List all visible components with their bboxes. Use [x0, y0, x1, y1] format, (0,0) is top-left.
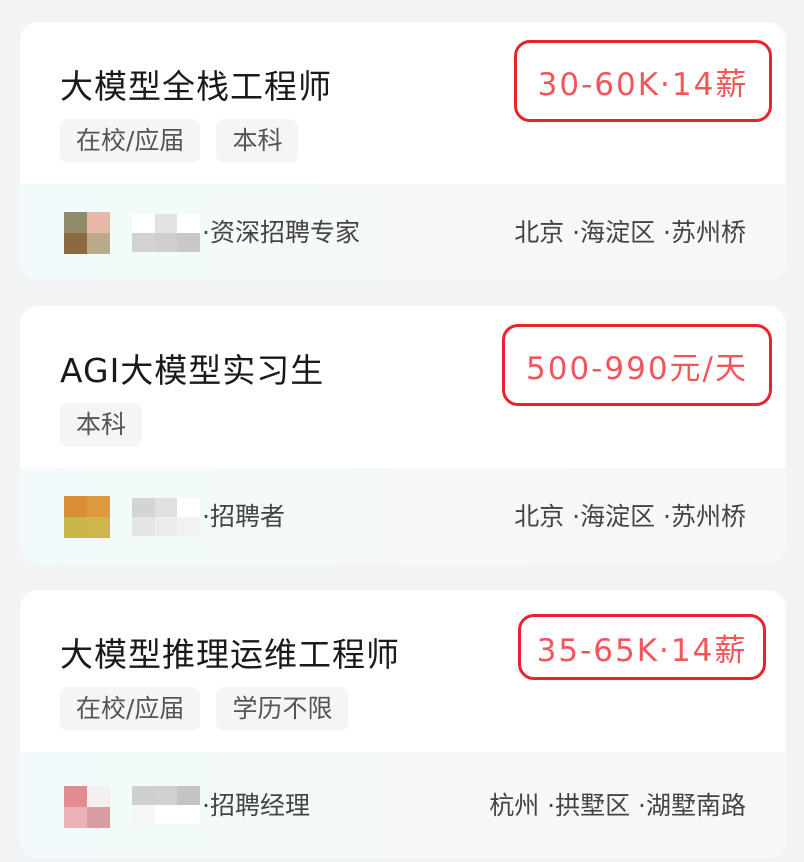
- tag-education: 在校/应届: [60, 119, 201, 163]
- job-card[interactable]: 大模型推理运维工程师 35-65K·14薪 在校/应届 学历不限 ·招聘经理 杭…: [20, 590, 786, 858]
- tag-list: 在校/应届 学历不限: [60, 687, 349, 731]
- job-title: 大模型推理运维工程师: [60, 635, 400, 674]
- job-card[interactable]: AGI大模型实习生 500-990元/天 本科 ·招聘者 北京 ·海淀区 ·苏州…: [20, 306, 786, 564]
- avatar: [64, 496, 110, 538]
- salary-label: 35-65K·14薪: [518, 614, 766, 680]
- job-card-header: 大模型全栈工程师 30-60K·14薪 在校/应届 本科: [20, 22, 786, 187]
- recruiter-row[interactable]: ·招聘经理 杭州 ·拱墅区 ·湖墅南路: [20, 752, 786, 858]
- job-card[interactable]: 大模型全栈工程师 30-60K·14薪 在校/应届 本科 ·资深招聘专家 北京 …: [20, 22, 786, 280]
- recruiter-row[interactable]: ·招聘者 北京 ·海淀区 ·苏州桥: [20, 468, 786, 564]
- tag-degree: 学历不限: [216, 687, 349, 731]
- tag-degree: 本科: [216, 119, 299, 163]
- avatar: [64, 786, 110, 828]
- salary-label: 30-60K·14薪: [514, 40, 772, 122]
- recruiter-name-blurred: [132, 786, 200, 824]
- job-card-header: AGI大模型实习生 500-990元/天 本科: [20, 306, 786, 471]
- recruiter-row[interactable]: ·资深招聘专家 北京 ·海淀区 ·苏州桥: [20, 184, 786, 280]
- job-title: AGI大模型实习生: [60, 351, 325, 390]
- job-location: 北京 ·海淀区 ·苏州桥: [514, 218, 746, 247]
- tag-list: 本科: [60, 403, 143, 447]
- salary-label: 500-990元/天: [502, 324, 772, 406]
- job-card-header: 大模型推理运维工程师 35-65K·14薪 在校/应届 学历不限: [20, 590, 786, 755]
- recruiter-name-blurred: [132, 214, 200, 252]
- job-location: 杭州 ·拱墅区 ·湖墅南路: [489, 791, 746, 820]
- job-list: 大模型全栈工程师 30-60K·14薪 在校/应届 本科 ·资深招聘专家 北京 …: [0, 0, 804, 862]
- job-title: 大模型全栈工程师: [60, 67, 332, 106]
- recruiter-title: ·资深招聘专家: [202, 218, 360, 247]
- tag-degree: 本科: [60, 403, 143, 447]
- tag-list: 在校/应届 本科: [60, 119, 299, 163]
- recruiter-title: ·招聘经理: [202, 791, 310, 820]
- avatar: [64, 212, 110, 254]
- recruiter-title: ·招聘者: [202, 502, 285, 531]
- tag-education: 在校/应届: [60, 687, 201, 731]
- recruiter-name-blurred: [132, 498, 200, 536]
- job-location: 北京 ·海淀区 ·苏州桥: [514, 502, 746, 531]
